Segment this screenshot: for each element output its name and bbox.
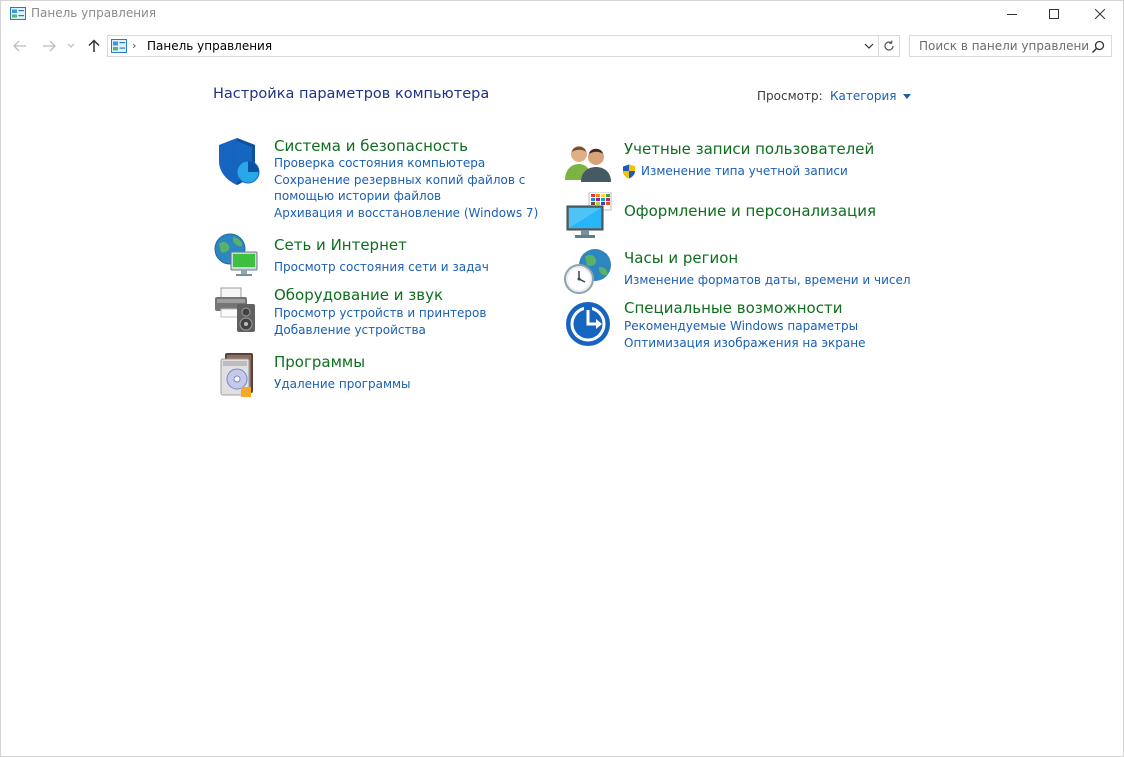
breadcrumb-separator-icon[interactable]: ›: [132, 39, 136, 52]
view-by-value: Категория: [830, 89, 897, 103]
refresh-button[interactable]: [879, 35, 900, 57]
maximize-icon: [1049, 9, 1059, 19]
monitor-palette-icon: [566, 192, 612, 238]
category-links: Изменение форматов даты, времени и чисел: [624, 272, 914, 289]
category-links: Удаление программы: [274, 376, 564, 393]
address-bar[interactable]: › Панель управления: [107, 35, 879, 57]
arrow-left-icon: [13, 40, 26, 52]
link-recommended-settings[interactable]: Рекомендуемые Windows параметры: [624, 318, 914, 335]
chevron-down-icon: [864, 43, 874, 49]
control-panel-icon: [111, 39, 127, 53]
link-add-device[interactable]: Добавление устройства: [274, 322, 564, 339]
link-change-account-type[interactable]: Изменение типа учетной записи: [623, 163, 914, 180]
users-icon: [565, 146, 611, 182]
view-by-label: Просмотр:: [757, 89, 823, 103]
minimize-button[interactable]: [989, 1, 1035, 27]
dropdown-triangle-icon: [902, 94, 911, 99]
category-links: Изменение типа учетной записи: [623, 163, 914, 180]
shield-icon: [219, 138, 260, 185]
control-panel-icon: [10, 7, 26, 20]
link-backup-restore[interactable]: Архивация и восстановление (Windows 7): [274, 205, 564, 222]
close-button[interactable]: [1077, 1, 1123, 27]
navigation-bar: › Панель управления: [1, 33, 1123, 59]
breadcrumb-control-panel[interactable]: Панель управления: [147, 39, 272, 53]
category-title[interactable]: Программы: [274, 353, 365, 371]
category-title[interactable]: Оформление и персонализация: [624, 202, 876, 220]
uac-shield-icon: [623, 164, 635, 179]
category-links: Проверка состояния компьютера Сохранение…: [274, 155, 564, 221]
arrow-up-icon: [88, 39, 100, 52]
search-input[interactable]: [910, 36, 1090, 56]
category-links: Просмотр состояния сети и задач: [274, 259, 564, 276]
view-by-dropdown[interactable]: Категория: [830, 89, 911, 103]
link-network-status[interactable]: Просмотр состояния сети и задач: [274, 259, 564, 276]
ease-of-access-icon: [566, 302, 610, 346]
search-box: [909, 35, 1112, 57]
window-title: Панель управления: [31, 6, 157, 20]
category-title[interactable]: Учетные записи пользователей: [624, 140, 874, 158]
category-links: Рекомендуемые Windows параметры Оптимиза…: [624, 318, 914, 351]
link-optimize-display[interactable]: Оптимизация изображения на экране: [624, 335, 914, 352]
printer-speaker-icon: [215, 287, 255, 332]
link-date-time-formats[interactable]: Изменение форматов даты, времени и чисел: [624, 272, 914, 289]
network-globe-icon: [214, 233, 258, 276]
link-file-history-backup[interactable]: Сохранение резервных копий файлов с помо…: [274, 172, 559, 205]
title-bar: Панель управления: [1, 1, 1123, 27]
close-icon: [1095, 9, 1105, 19]
clock-globe-icon: [564, 249, 611, 294]
category-title[interactable]: Сеть и Интернет: [274, 236, 407, 254]
link-devices-printers[interactable]: Просмотр устройств и принтеров: [274, 305, 564, 322]
programs-disc-icon: [220, 353, 253, 397]
search-icon[interactable]: [1091, 40, 1105, 54]
address-dropdown-button[interactable]: [862, 39, 876, 53]
category-title[interactable]: Система и безопасность: [274, 137, 468, 155]
category-title[interactable]: Часы и регион: [624, 249, 738, 267]
category-title[interactable]: Оборудование и звук: [274, 286, 443, 304]
minimize-icon: [1007, 14, 1017, 15]
category-links: Просмотр устройств и принтеров Добавлени…: [274, 305, 564, 338]
control-panel-window: Панель управления › Панель управления По…: [0, 0, 1124, 757]
maximize-button[interactable]: [1031, 1, 1077, 27]
page-title: Настройка параметров компьютера: [213, 86, 490, 102]
chevron-down-icon: [67, 43, 75, 48]
link-label: Изменение типа учетной записи: [641, 164, 848, 178]
arrow-right-icon: [43, 40, 56, 52]
back-button[interactable]: [10, 36, 30, 56]
forward-button[interactable]: [39, 36, 59, 56]
refresh-icon: [884, 40, 894, 51]
link-check-computer-status[interactable]: Проверка состояния компьютера: [274, 155, 564, 172]
recent-locations-button[interactable]: [63, 36, 79, 56]
up-button[interactable]: [84, 36, 104, 56]
link-uninstall-program[interactable]: Удаление программы: [274, 376, 564, 393]
category-title[interactable]: Специальные возможности: [624, 299, 842, 317]
